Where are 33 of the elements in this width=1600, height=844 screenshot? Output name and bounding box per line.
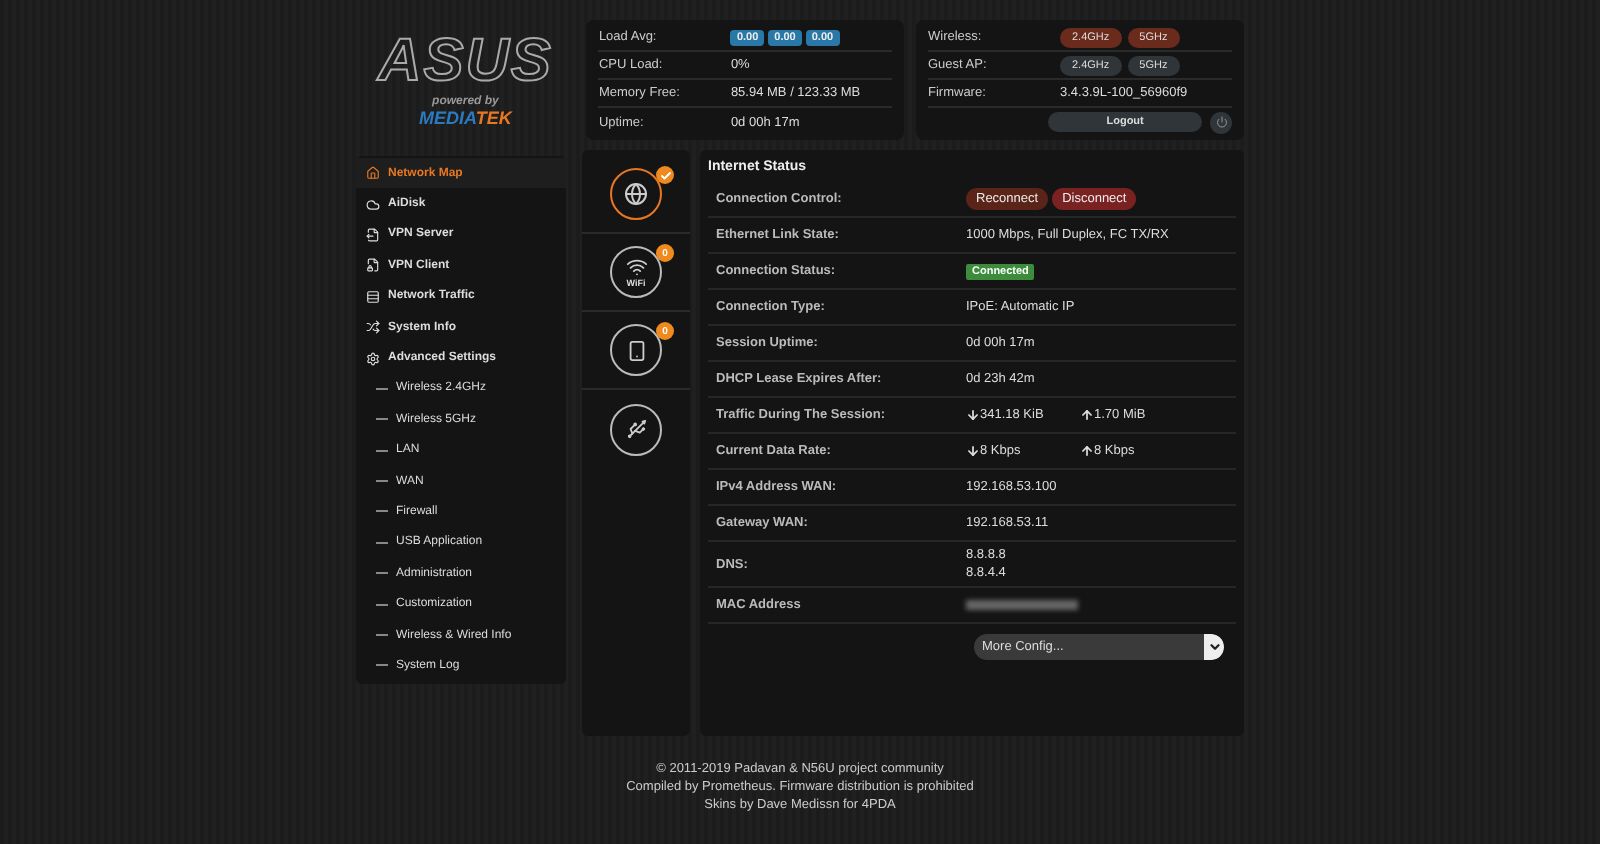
brand-logo: ASUS — [378, 32, 553, 92]
arrow-up-icon — [1080, 444, 1094, 458]
dash-icon — [376, 664, 388, 667]
cloud-icon — [366, 197, 380, 212]
dash-icon — [376, 572, 388, 575]
dash-icon — [376, 541, 388, 544]
power-button[interactable] — [1210, 111, 1232, 133]
arrow-down-icon — [966, 444, 980, 458]
dash-icon — [376, 387, 388, 390]
partner-logo: MEDIATEK — [419, 108, 512, 128]
check-icon — [656, 166, 674, 184]
arrow-up-icon — [1080, 408, 1094, 422]
dash-icon — [376, 603, 388, 606]
dash-icon — [376, 510, 388, 513]
rows-icon — [366, 289, 380, 304]
shuffle-icon — [366, 320, 380, 335]
arrow-down-icon — [966, 408, 980, 422]
caret-icon — [1204, 633, 1224, 659]
dash-icon — [376, 418, 388, 421]
map-tile-button[interactable] — [610, 403, 662, 455]
power-icon — [1215, 116, 1228, 128]
file-lock-icon — [366, 258, 380, 273]
settings-icon — [366, 351, 380, 366]
home-icon — [366, 166, 380, 181]
dash-icon — [376, 480, 388, 483]
dash-icon — [376, 634, 388, 637]
devices-icon — [625, 339, 647, 361]
file-icon — [366, 227, 380, 242]
globe-icon — [624, 182, 648, 206]
blurred-value — [966, 600, 1078, 610]
usb-icon — [625, 418, 647, 440]
dash-icon — [376, 449, 388, 452]
wifi-icon — [625, 256, 647, 278]
